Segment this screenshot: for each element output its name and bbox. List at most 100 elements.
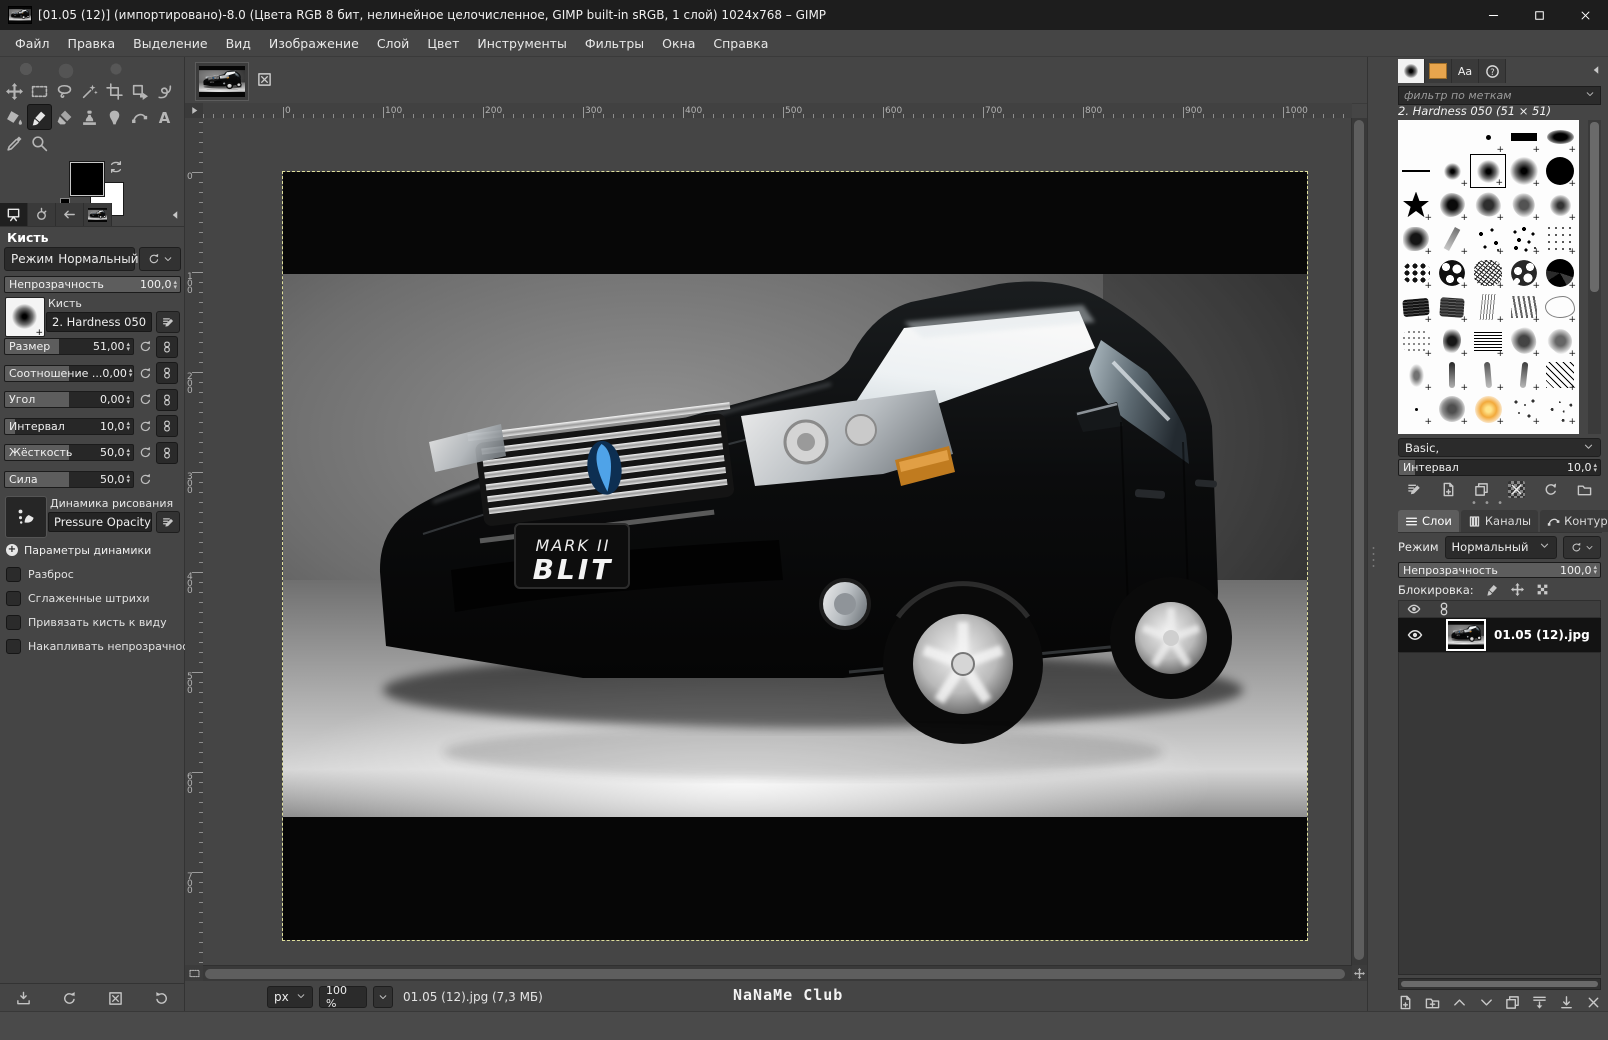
brush-item-ellipse[interactable]: + xyxy=(1542,120,1578,154)
delete-tool-options-button[interactable] xyxy=(108,991,123,1006)
layers-scrollbar-thumb[interactable] xyxy=(1401,981,1598,987)
image-tab[interactable] xyxy=(195,62,249,101)
lock-alpha-icon[interactable] xyxy=(1536,583,1549,596)
tool-free-select[interactable] xyxy=(52,78,77,104)
checkbox-smooth-stroke[interactable]: Сглаженные штрихи xyxy=(6,589,150,607)
open-brush-as-image-button[interactable] xyxy=(1577,482,1592,497)
canvas-viewport[interactable] xyxy=(203,118,1352,965)
tab-paths[interactable]: Контуры xyxy=(1540,510,1608,532)
brush-grid-scrollbar[interactable] xyxy=(1588,120,1601,434)
brush-item-bar[interactable]: + xyxy=(1506,120,1542,154)
reset-tool-options-button[interactable] xyxy=(154,991,169,1006)
menu-layer[interactable]: Слой xyxy=(368,32,419,55)
maximize-button[interactable] xyxy=(1516,0,1562,30)
reset-button[interactable] xyxy=(137,418,153,434)
brush-item-soft-grunge[interactable]: + xyxy=(1542,188,1578,222)
tab-fonts[interactable]: Aa xyxy=(1452,59,1479,83)
brush-item-dots-sparse[interactable]: + xyxy=(1542,222,1578,256)
reset-button[interactable] xyxy=(137,392,153,408)
dynamics-field[interactable]: Pressure Opacity xyxy=(48,512,152,532)
tool-move[interactable] xyxy=(2,78,27,104)
menu-file[interactable]: Файл xyxy=(6,32,59,55)
tool-paths[interactable] xyxy=(127,104,152,130)
brush-item-splat2[interactable]: + xyxy=(1470,188,1506,222)
slider-1-spinner[interactable]: ▴▾ xyxy=(126,342,133,352)
tab-brushes[interactable] xyxy=(1398,59,1425,83)
brush-name-field[interactable]: 2. Hardness 050 xyxy=(46,312,152,332)
visibility-column-icon[interactable] xyxy=(1407,602,1421,616)
save-tool-options-button[interactable] xyxy=(16,991,31,1006)
layer-row[interactable]: 01.05 (12).jpg xyxy=(1398,618,1601,652)
dock-tab-device-status[interactable] xyxy=(28,203,56,226)
brush-item-confetti[interactable]: + xyxy=(1506,392,1542,426)
delete-layer-button[interactable] xyxy=(1586,995,1601,1010)
brush-item-texture[interactable]: + xyxy=(1470,256,1506,290)
slider-6-spinner[interactable]: ▴▾ xyxy=(126,474,133,484)
checkbox-lock-brush-to-view[interactable]: Привязать кисть к виду xyxy=(6,613,167,631)
slider-2[interactable]: Соотношение ...0,00▴▾ xyxy=(4,365,134,382)
zoom-dropdown-button[interactable] xyxy=(373,986,393,1008)
dock-splitter[interactable]: • • • xyxy=(1368,500,1608,508)
brush-item-grunge3[interactable]: + xyxy=(1542,324,1578,358)
brush-item-vine[interactable]: + xyxy=(1470,392,1506,426)
opacity-slider[interactable]: Непрозрачность100,0▴▾ xyxy=(4,276,181,293)
brush-item-block[interactable]: + xyxy=(1398,290,1434,324)
ruler-origin-button[interactable] xyxy=(185,103,204,119)
reset-button[interactable] xyxy=(137,339,153,355)
brush-item-disc[interactable]: + xyxy=(1542,154,1578,188)
slider-4[interactable]: Интервал10,0▴▾ xyxy=(4,418,134,435)
swap-colors-icon[interactable] xyxy=(108,160,126,176)
brush-item-tiny-dot2[interactable]: + xyxy=(1398,392,1434,426)
menu-view[interactable]: Вид xyxy=(217,32,260,55)
layers-scrollbar[interactable] xyxy=(1398,978,1601,990)
slider-5[interactable]: Жёсткость50,0▴▾ xyxy=(4,444,134,461)
foreground-color-swatch[interactable] xyxy=(70,162,104,196)
vertical-scrollbar-thumb[interactable] xyxy=(1354,120,1364,960)
tool-clone[interactable] xyxy=(77,104,102,130)
tool-rectangle-select[interactable] xyxy=(27,78,52,104)
tool-eraser[interactable] xyxy=(52,104,77,130)
slider-3-spinner[interactable]: ▴▾ xyxy=(126,395,133,405)
brush-item-smear[interactable]: + xyxy=(1434,222,1470,256)
brush-item-disc-grunge[interactable]: + xyxy=(1542,256,1578,290)
vertical-ruler[interactable]: 01 0 02 0 03 0 04 0 05 0 06 0 07 0 08 0 … xyxy=(185,118,204,965)
tool-color-picker[interactable] xyxy=(2,130,27,156)
mode-reset-button[interactable] xyxy=(139,247,181,271)
brush-item-speckle[interactable]: + xyxy=(1398,324,1434,358)
brush-item-line[interactable] xyxy=(1398,154,1434,188)
lock-position-icon[interactable] xyxy=(1511,583,1524,596)
slider-4-spinner[interactable]: ▴▾ xyxy=(126,421,133,431)
brush-item-sponge[interactable]: + xyxy=(1434,392,1470,426)
brush-item-wisp[interactable]: + xyxy=(1398,358,1434,392)
brush-item-stroke-v3[interactable]: + xyxy=(1506,358,1542,392)
vertical-scrollbar[interactable] xyxy=(1351,118,1367,965)
edit-dynamics-button[interactable] xyxy=(156,511,180,533)
panel-grip[interactable] xyxy=(1371,545,1376,571)
link-column-icon[interactable] xyxy=(1437,602,1451,616)
tool-zoom[interactable] xyxy=(27,130,52,156)
restore-tool-options-button[interactable] xyxy=(62,991,77,1006)
tool-smudge[interactable] xyxy=(102,104,127,130)
checkbox-jitter[interactable]: Разброс xyxy=(6,565,74,583)
menu-windows[interactable]: Окна xyxy=(653,32,704,55)
brush-item-diag-lines[interactable]: + xyxy=(1542,358,1578,392)
new-layer-group-button[interactable] xyxy=(1425,995,1440,1010)
brush-item-splat3[interactable]: + xyxy=(1506,188,1542,222)
brush-item-dots-mid[interactable]: + xyxy=(1506,222,1542,256)
menu-edit[interactable]: Правка xyxy=(59,32,125,55)
brush-item-soft-md[interactable]: + xyxy=(1470,154,1506,188)
tool-crop[interactable] xyxy=(102,78,127,104)
dynamics-options-expander[interactable]: + Параметры динамики xyxy=(6,542,151,558)
brush-item-tiny-dot[interactable]: + xyxy=(1470,120,1506,154)
brush-spacing-slider-spinner[interactable]: ▴▾ xyxy=(1593,463,1600,473)
layer-mode-dropdown[interactable]: Нормальный xyxy=(1445,536,1557,559)
horizontal-ruler[interactable]: 01002003004005006007008009001000 xyxy=(203,103,1352,119)
brush-item-block2[interactable]: + xyxy=(1434,290,1470,324)
brush-item-grunge2[interactable]: + xyxy=(1506,324,1542,358)
brush-preview[interactable]: + xyxy=(5,297,45,337)
menu-select[interactable]: Выделение xyxy=(124,32,216,55)
brush-item-dashes[interactable]: + xyxy=(1506,290,1542,324)
tab-layers[interactable]: Слои xyxy=(1398,510,1459,532)
paint-mode-dropdown[interactable]: Режим Нормальный xyxy=(4,247,135,271)
tool-paintbrush[interactable] xyxy=(27,104,52,130)
